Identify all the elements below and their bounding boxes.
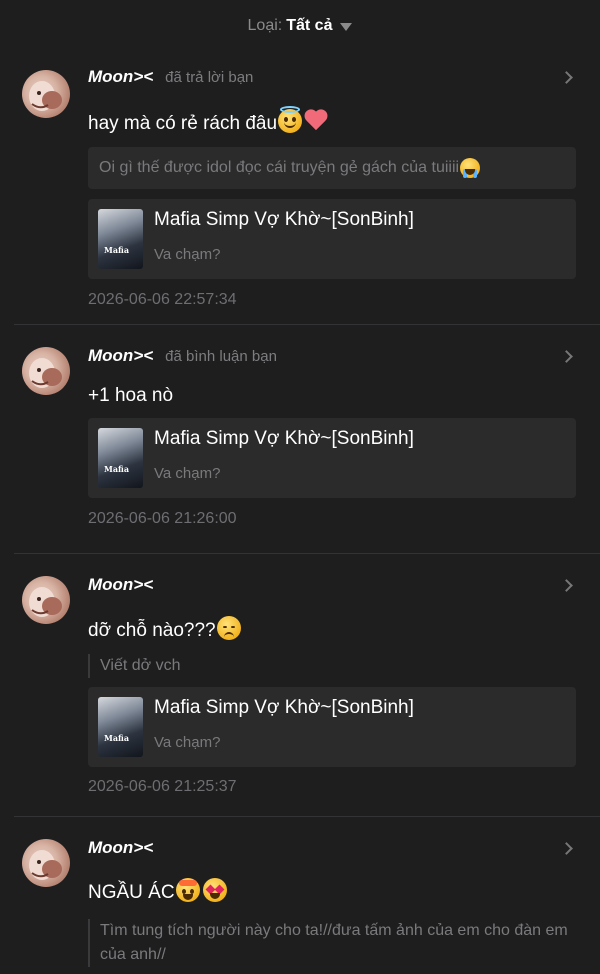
notification-item[interactable]: Moon>< đã bình luận bạn +1 hoa nò Mafia M… [0, 325, 600, 553]
avatar[interactable] [22, 839, 70, 887]
avatar[interactable] [22, 576, 70, 624]
chevron-right-icon[interactable] [560, 842, 573, 855]
notification-item[interactable]: Moon>< đã trả lời bạn hay mà có rẻ rách đ… [0, 52, 600, 324]
quoted-text: Tìm tung tích người này cho ta!//đưa tấm… [88, 919, 576, 967]
story-chapter: Va chạm? [154, 734, 221, 751]
smiling-halo-emoji [278, 106, 303, 133]
notification-item[interactable]: Moon>< dỡ chỗ nào??? Viết dở vch Mafia M… [0, 554, 600, 816]
story-chapter: Va chạm? [154, 465, 221, 482]
disappointed-emoji [216, 616, 241, 640]
crying-emoji [460, 158, 481, 178]
story-cover: Mafia [98, 428, 143, 488]
user-name[interactable]: Moon>< [88, 575, 153, 595]
reply-context: Oi gì thế được idol đọc cái truyện gẻ gá… [88, 147, 576, 189]
filter-value[interactable]: Tất cả [286, 17, 332, 35]
story-title: Mafia Simp Vợ Khờ~[SonBinh] [154, 697, 414, 718]
chevron-right-icon[interactable] [560, 71, 573, 84]
action-text: đã trả lời bạn [165, 69, 254, 86]
chevron-right-icon[interactable] [560, 579, 573, 592]
avatar[interactable] [22, 347, 70, 395]
chevron-right-icon[interactable] [560, 350, 573, 363]
story-chapter: Va chạm? [154, 246, 221, 263]
user-name[interactable]: Moon>< [88, 838, 153, 858]
timestamp: 2026-06-06 21:25:37 [88, 778, 237, 795]
story-cover: Mafia [98, 209, 143, 269]
story-title: Mafia Simp Vợ Khờ~[SonBinh] [154, 428, 414, 449]
heart-eyes-emoji [202, 878, 227, 902]
story-card[interactable]: Mafia Mafia Simp Vợ Khờ~[SonBinh] Va chạ… [88, 687, 576, 767]
caret-down-icon[interactable] [340, 23, 353, 31]
action-text: đã bình luận bạn [165, 348, 277, 365]
mending-heart-emoji [304, 110, 328, 132]
avatar[interactable] [22, 70, 70, 118]
story-card[interactable]: Mafia Mafia Simp Vợ Khờ~[SonBinh] Va chạ… [88, 199, 576, 279]
comment-text: dỡ chỗ nào??? [88, 616, 241, 642]
timestamp: 2026-06-06 22:57:34 [88, 291, 237, 308]
filter-bar[interactable]: Loại: Tất cả [0, 0, 600, 52]
story-title: Mafia Simp Vợ Khờ~[SonBinh] [154, 209, 414, 230]
user-name[interactable]: Moon>< đã trả lời bạn [88, 67, 253, 87]
comment-text: +1 hoa nò [88, 385, 174, 406]
quoted-text: Viết dở vch [88, 654, 576, 678]
notification-item[interactable]: Moon>< NGẦU ÁC Tìm tung tích người này c… [0, 817, 600, 974]
filter-label: Loại: [247, 17, 283, 34]
comment-text: hay mà có rẻ rách đâu [88, 106, 328, 135]
story-cover: Mafia [98, 697, 143, 757]
story-card[interactable]: Mafia Mafia Simp Vợ Khờ~[SonBinh] Va chạ… [88, 418, 576, 498]
comment-text: NGẦU ÁC [88, 878, 227, 904]
user-name[interactable]: Moon>< đã bình luận bạn [88, 346, 277, 366]
timestamp: 2026-06-06 21:26:00 [88, 510, 237, 527]
exploding-head-emoji [175, 878, 200, 902]
